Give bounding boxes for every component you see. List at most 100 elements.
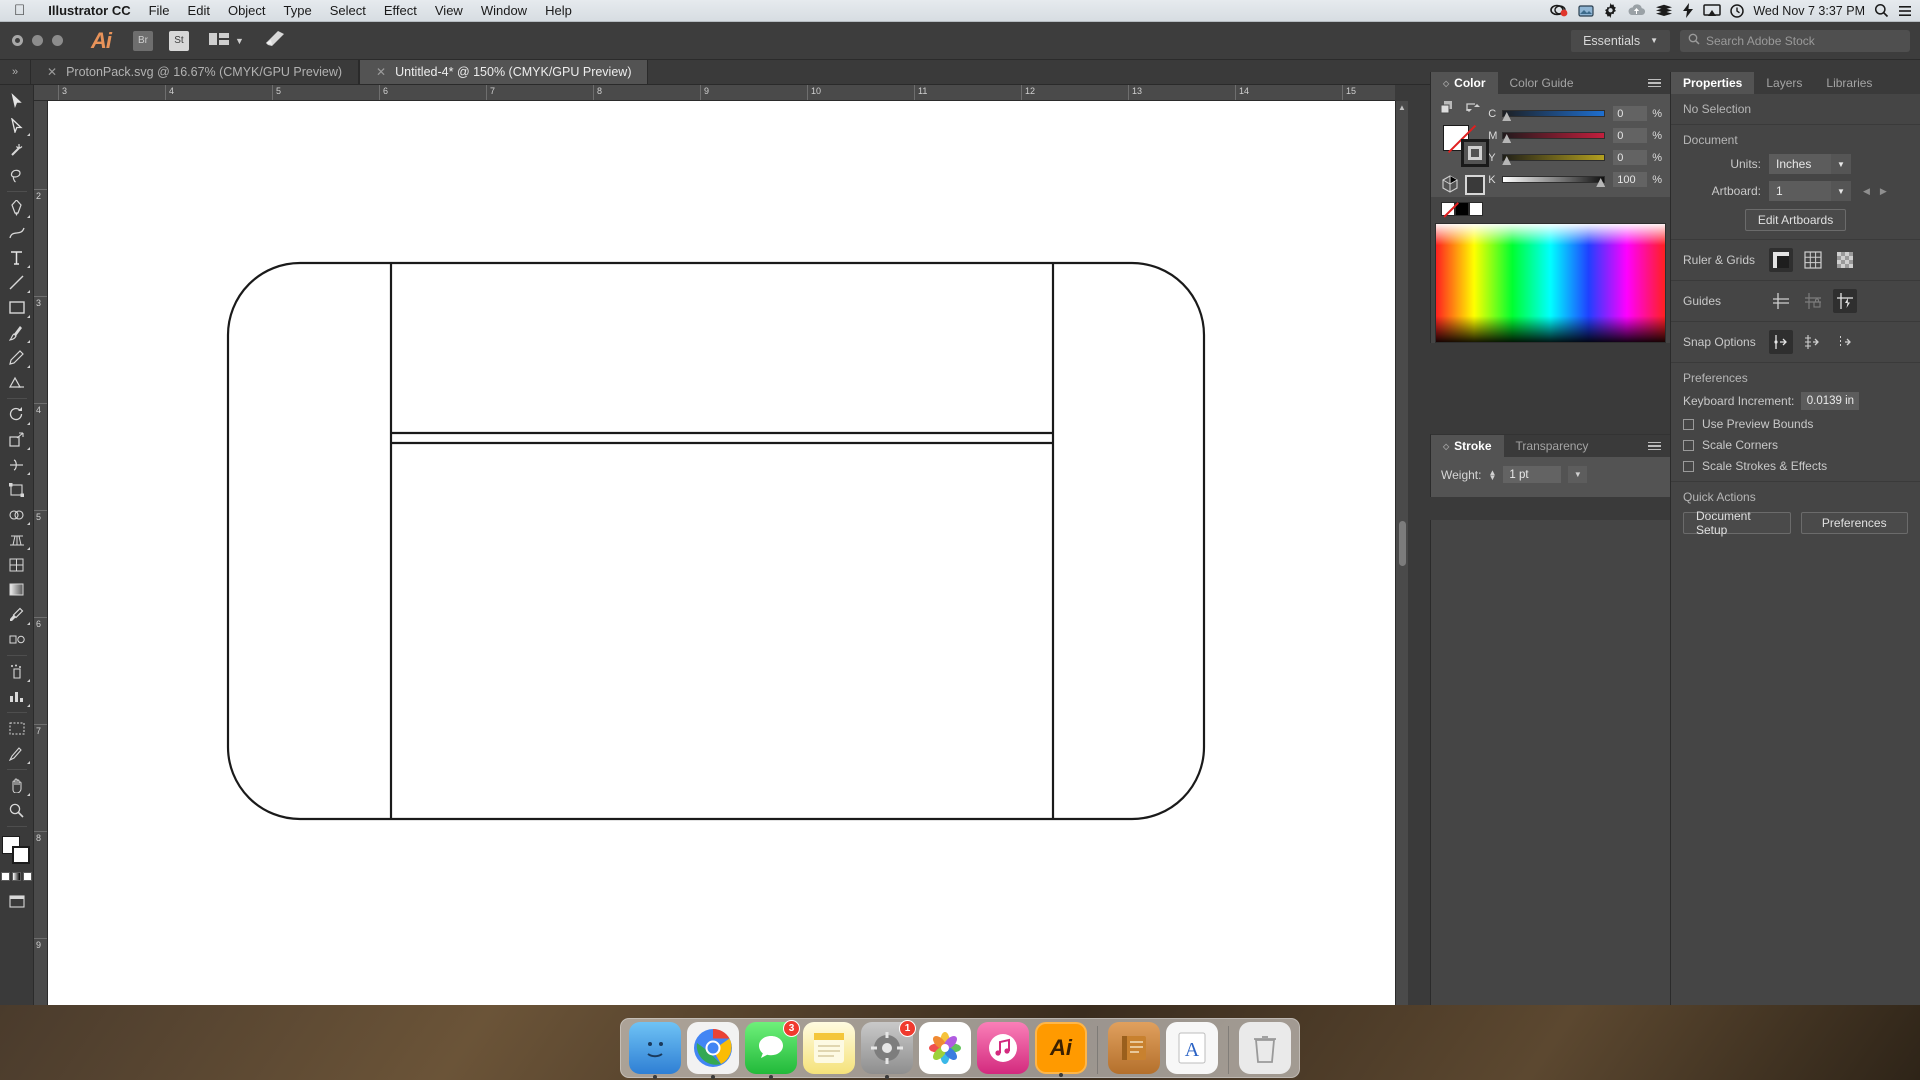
- free-transform-tool[interactable]: [2, 477, 32, 502]
- zoom-tool[interactable]: [2, 798, 32, 823]
- scale-corners-checkbox[interactable]: [1683, 440, 1694, 451]
- artboard-select[interactable]: 1 ▼: [1769, 181, 1851, 201]
- show-transparency-grid-icon[interactable]: [1833, 248, 1857, 272]
- document-setup-button[interactable]: Document Setup: [1683, 512, 1791, 534]
- fill-stroke-swap-small-icon[interactable]: [1441, 101, 1455, 114]
- show-rulers-icon[interactable]: [1769, 248, 1793, 272]
- document-tab-protonpack[interactable]: ✕ ProtonPack.svg @ 16.67% (CMYK/GPU Prev…: [30, 60, 359, 84]
- menu-item-window[interactable]: Window: [472, 3, 536, 18]
- channel-value-m[interactable]: 0: [1613, 128, 1647, 143]
- apple-logo-icon[interactable]: : [14, 3, 25, 18]
- perspective-grid-tool[interactable]: [2, 527, 32, 552]
- vertical-scroll-thumb[interactable]: [1399, 521, 1406, 566]
- arrange-documents-group[interactable]: ▼: [209, 32, 244, 49]
- scale-strokes-effects-row[interactable]: Scale Strokes & Effects: [1683, 459, 1908, 473]
- swatch-none[interactable]: [1441, 202, 1455, 216]
- dock-item-finder[interactable]: [629, 1022, 681, 1074]
- gradient-swatch-button[interactable]: [12, 872, 21, 881]
- next-artboard-icon[interactable]: ▶: [1880, 186, 1887, 197]
- paintbrush-tool[interactable]: [2, 320, 32, 345]
- minimize-window-button[interactable]: [32, 35, 43, 46]
- behance-publish-icon[interactable]: [264, 30, 286, 51]
- tab-properties[interactable]: Properties: [1671, 72, 1754, 94]
- blend-tool[interactable]: [2, 627, 32, 652]
- color-mode-cube-icon[interactable]: [1441, 175, 1459, 196]
- channel-value-k[interactable]: 100: [1613, 172, 1647, 187]
- direct-selection-tool[interactable]: [2, 113, 32, 138]
- close-window-button[interactable]: [12, 35, 23, 46]
- screen-mode-button[interactable]: [2, 889, 32, 914]
- tab-color-guide[interactable]: Color Guide: [1498, 72, 1586, 94]
- keyboard-increment-input[interactable]: 0.0139 in: [1801, 392, 1859, 410]
- shaper-tool[interactable]: [2, 370, 32, 395]
- dock-item-chrome[interactable]: [687, 1022, 739, 1074]
- color-spectrum-picker[interactable]: [1435, 223, 1666, 343]
- swatch-white[interactable]: [1469, 202, 1483, 216]
- line-segment-tool[interactable]: [2, 270, 32, 295]
- airplay-icon[interactable]: [1703, 3, 1721, 19]
- none-swatch-button[interactable]: [23, 872, 32, 881]
- menu-item-edit[interactable]: Edit: [179, 3, 219, 18]
- double-chevron-right-icon[interactable]: »: [0, 60, 30, 84]
- selection-tool[interactable]: [2, 88, 32, 113]
- adobe-stock-search[interactable]: Search Adobe Stock: [1680, 30, 1910, 52]
- eyedropper-tool[interactable]: [2, 602, 32, 627]
- artboard-tool[interactable]: [2, 716, 32, 741]
- gear-icon[interactable]: [1603, 3, 1618, 19]
- control-center-icon[interactable]: [1898, 3, 1912, 19]
- use-preview-bounds-checkbox[interactable]: [1683, 419, 1694, 430]
- prev-artboard-icon[interactable]: ◀: [1863, 186, 1870, 197]
- chevron-down-icon[interactable]: ▼: [235, 36, 244, 46]
- stepper-icon[interactable]: ▲▼: [1488, 470, 1496, 480]
- workspace-switcher[interactable]: Essentials ▼: [1571, 30, 1670, 52]
- rectangle-tool[interactable]: [2, 295, 32, 320]
- stroke-color-swatch[interactable]: [1461, 139, 1489, 167]
- dock-item-books[interactable]: [1108, 1022, 1160, 1074]
- dock-item-itunes[interactable]: [977, 1022, 1029, 1074]
- color-slider-y[interactable]: Y 0 %: [1488, 147, 1662, 168]
- maximize-window-button[interactable]: [52, 35, 63, 46]
- channel-value-c[interactable]: 0: [1613, 106, 1647, 121]
- slider-track-y[interactable]: [1502, 153, 1605, 162]
- photos-sync-icon[interactable]: [1578, 3, 1594, 19]
- vertical-ruler[interactable]: 2 3 4 5 6 7 8 9: [34, 101, 48, 1021]
- dock-item-notes[interactable]: [803, 1022, 855, 1074]
- clock-icon[interactable]: [1730, 3, 1744, 19]
- color-slider-k[interactable]: K 100 %: [1488, 169, 1662, 190]
- menu-item-help[interactable]: Help: [536, 3, 581, 18]
- document-tab-untitled-4[interactable]: ✕ Untitled-4* @ 150% (CMYK/GPU Preview): [359, 60, 648, 84]
- pencil-tool[interactable]: [2, 345, 32, 370]
- channel-value-y[interactable]: 0: [1613, 150, 1647, 165]
- tab-transparency[interactable]: Transparency: [1504, 435, 1601, 457]
- use-preview-bounds-row[interactable]: Use Preview Bounds: [1683, 417, 1908, 431]
- show-guides-icon[interactable]: [1769, 289, 1793, 313]
- menu-item-type[interactable]: Type: [275, 3, 321, 18]
- shape-builder-tool[interactable]: [2, 502, 32, 527]
- stroke-weight-input[interactable]: 1 pt: [1503, 466, 1561, 483]
- tab-color[interactable]: ◇ Color: [1431, 72, 1498, 94]
- smart-guides-icon[interactable]: [1833, 289, 1857, 313]
- preferences-button[interactable]: Preferences: [1801, 512, 1909, 534]
- slice-tool[interactable]: [2, 741, 32, 766]
- dock-item-illustrator[interactable]: Ai: [1035, 1022, 1087, 1074]
- chevron-down-icon[interactable]: ▼: [1568, 466, 1587, 483]
- swap-fill-stroke-icon[interactable]: [1465, 101, 1480, 114]
- color-slider-m[interactable]: M 0 %: [1488, 125, 1662, 146]
- column-graph-tool[interactable]: [2, 684, 32, 709]
- artboard-canvas[interactable]: [48, 101, 1395, 1021]
- layers-icon[interactable]: [1655, 3, 1673, 19]
- dock-item-messages[interactable]: 3: [745, 1022, 797, 1074]
- tab-stroke[interactable]: ◇ Stroke: [1431, 435, 1504, 457]
- tab-libraries[interactable]: Libraries: [1814, 72, 1884, 94]
- dock-item-system-preferences[interactable]: 1: [861, 1022, 913, 1074]
- dock-item-photos[interactable]: [919, 1022, 971, 1074]
- snap-to-grid-icon[interactable]: [1801, 330, 1825, 354]
- slider-track-k[interactable]: [1502, 175, 1605, 184]
- dock-item-trash[interactable]: [1239, 1022, 1291, 1074]
- dock-item-preview[interactable]: A: [1166, 1022, 1218, 1074]
- canvas-vertical-scrollbar[interactable]: ▲: [1395, 101, 1408, 1021]
- width-tool[interactable]: [2, 452, 32, 477]
- scale-tool[interactable]: [2, 427, 32, 452]
- symbol-sprayer-tool[interactable]: [2, 659, 32, 684]
- menu-item-object[interactable]: Object: [219, 3, 275, 18]
